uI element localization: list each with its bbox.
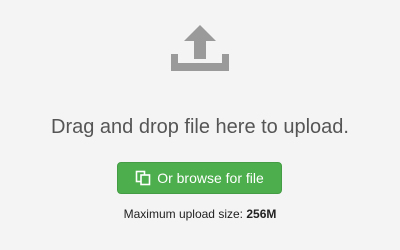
drop-instructions: Drag and drop file here to upload.: [51, 116, 349, 138]
upload-icon: [171, 25, 229, 71]
upload-size-limit: Maximum upload size: 256M: [0, 206, 400, 222]
browse-button-label: Or browse for file: [157, 170, 264, 186]
upload-limit-label: Maximum upload size:: [123, 207, 243, 221]
file-drop-zone[interactable]: Drag and drop file here to upload. Or br…: [0, 0, 400, 250]
browse-file-button[interactable]: Or browse for file: [117, 162, 282, 194]
upload-limit-value: 256M: [246, 207, 277, 221]
files-icon: [135, 170, 151, 186]
